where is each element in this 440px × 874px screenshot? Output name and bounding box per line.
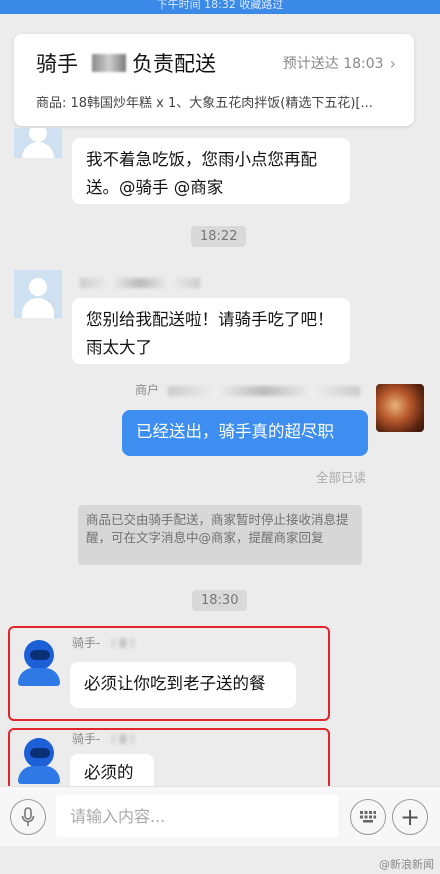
- blurred-merchant-name: [168, 386, 360, 396]
- eta-label: 预计送达 18:03: [282, 56, 384, 72]
- blurred-rider-name: [112, 638, 134, 648]
- chat-bubble-merchant: 已经送出，骑手真的超尽职: [122, 410, 368, 456]
- rider-prefix: 骑手: [36, 52, 78, 76]
- plus-icon[interactable]: +: [392, 799, 428, 835]
- goods-summary: 商品: 18韩国炒年糕 x 1、大象五花肉拌饭(精选下五花)[...: [36, 96, 373, 111]
- blurred-rider-name: [92, 54, 126, 72]
- chat-bubble-customer: 您别给我配送啦！请骑手吃了吧！雨太大了: [72, 298, 350, 364]
- message-text: 必须的: [84, 763, 134, 782]
- customer-avatar[interactable]: [14, 128, 62, 158]
- rider-label: 骑手-: [72, 732, 101, 746]
- rider-avatar[interactable]: [18, 738, 60, 784]
- microphone-icon[interactable]: [10, 799, 46, 835]
- rider-suffix: 负责配送: [132, 52, 216, 76]
- message-text: 您别给我配送啦！请骑手吃了吧！雨太大了: [86, 310, 334, 357]
- keyboard-icon[interactable]: [350, 799, 386, 835]
- eta[interactable]: 预计送达 18:03 ›: [283, 53, 396, 73]
- message-text: 我不着急吃饭，您雨小点您再配送。@骑手 @商家: [86, 150, 317, 197]
- blurred-customer-name: [80, 278, 200, 288]
- chevron-right-icon: ›: [389, 53, 396, 73]
- customer-avatar[interactable]: [14, 270, 62, 318]
- status-bar: 下午时间 18:32 收藏路过: [0, 0, 440, 14]
- rider-avatar[interactable]: [18, 640, 60, 686]
- message-text: 必须让你吃到老子送的餐: [84, 674, 266, 693]
- blurred-rider-name: [112, 734, 134, 744]
- order-card[interactable]: 骑手 负责配送 预计送达 18:03 › 商品: 18韩国炒年糕 x 1、大象五…: [14, 34, 414, 126]
- time-divider: 18:30: [192, 590, 248, 611]
- merchant-avatar[interactable]: [376, 384, 424, 432]
- chat-bubble-rider: 必须让你吃到老子送的餐: [70, 662, 296, 708]
- read-status: 全部已读: [315, 470, 366, 485]
- time-divider: 18:22: [191, 226, 247, 247]
- input-bar: +: [0, 786, 440, 846]
- status-text: 下午时间 18:32 收藏路过: [156, 0, 284, 11]
- message-text: 已经送出，骑手真的超尽职: [136, 422, 334, 441]
- rider-title: 骑手 负责配送: [36, 48, 216, 78]
- message-input[interactable]: [56, 795, 338, 837]
- rider-label: 骑手-: [72, 636, 101, 650]
- chat-bubble-customer: 我不着急吃饭，您雨小点您再配送。@骑手 @商家: [72, 138, 350, 204]
- system-notice: 商品已交由骑手配送，商家暂时停止接收消息提醒，可在文字消息中@商家，提醒商家回复: [78, 505, 362, 565]
- merchant-label: 商户: [135, 383, 160, 397]
- watermark: @新浪新闻: [379, 858, 434, 871]
